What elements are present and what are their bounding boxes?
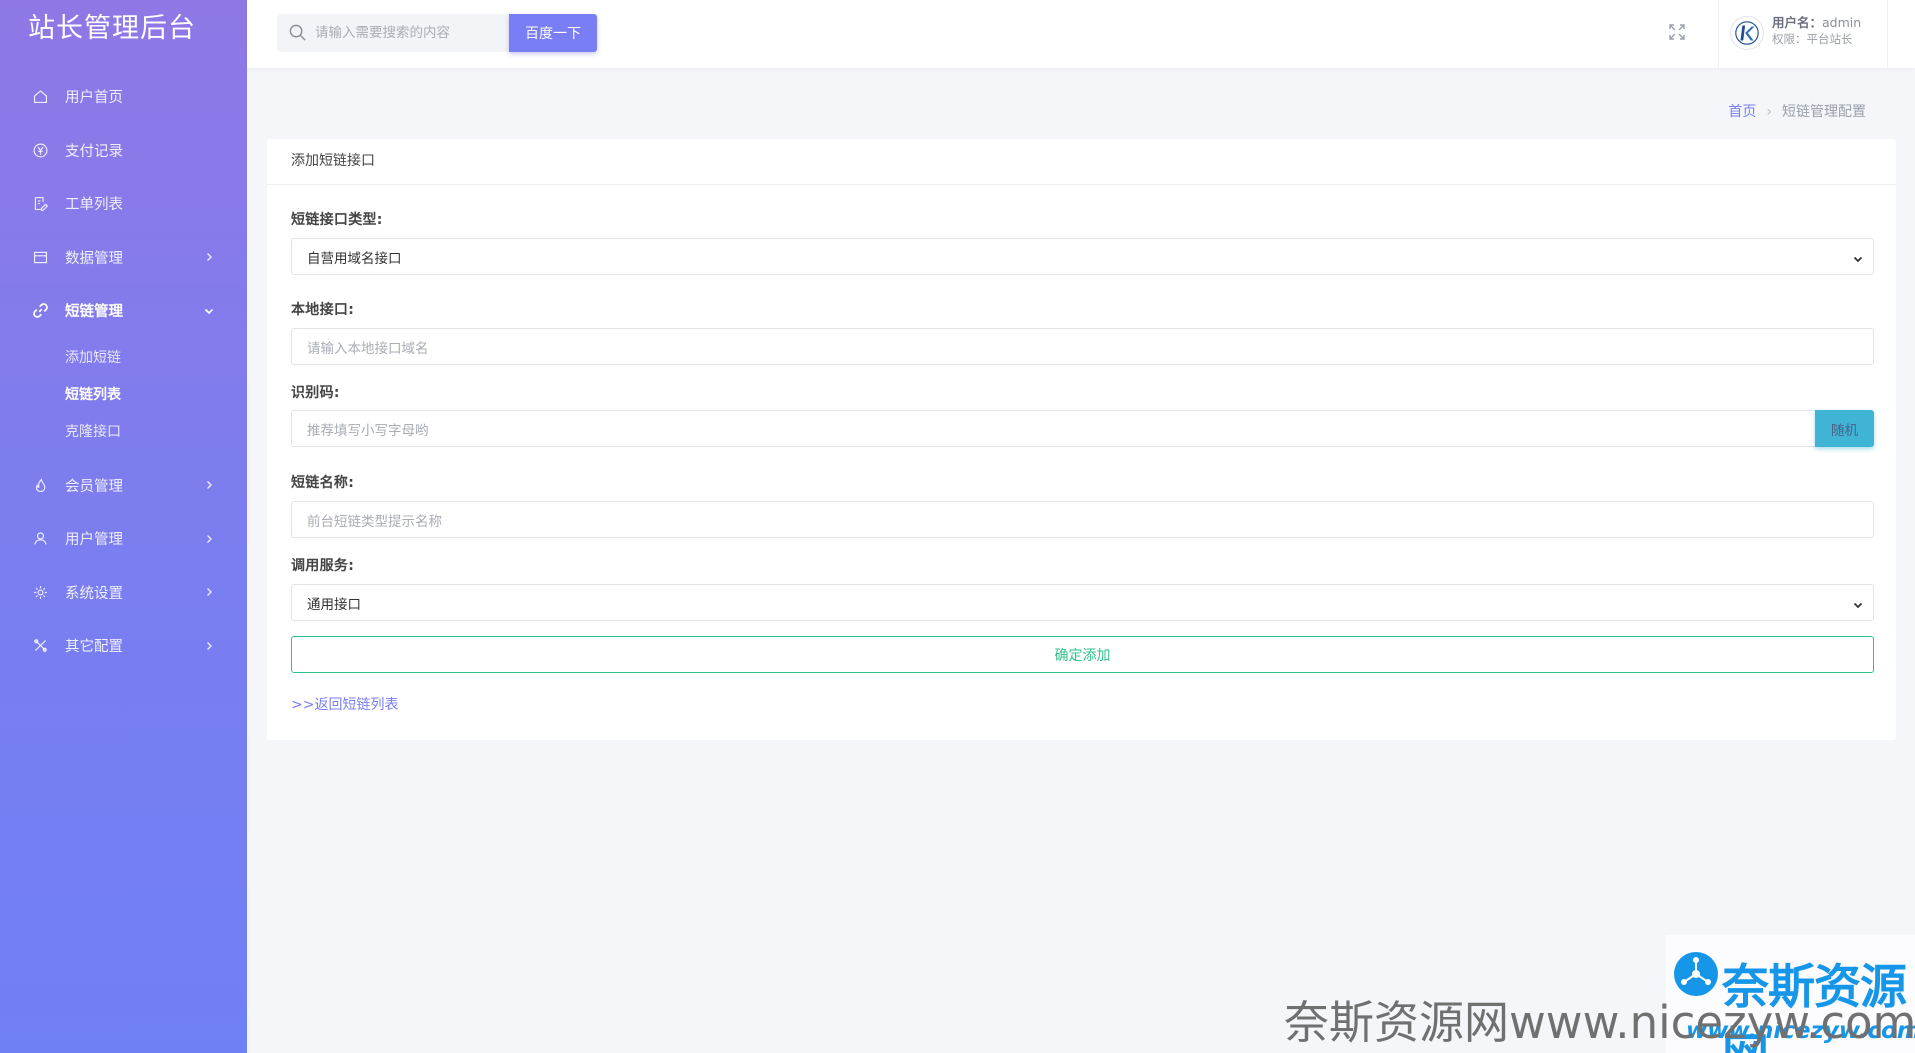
field-local-label-row: 本地接口: <box>291 299 354 319</box>
table-icon <box>31 248 49 266</box>
service-label: 调用服务: <box>291 558 355 574</box>
sidebar-item-label: 系统设置 <box>65 585 123 602</box>
sidebar-item-member-management[interactable]: 会员管理 <box>0 459 247 513</box>
sidebar-item-label: 用户首页 <box>65 90 123 107</box>
sidebar-item-ticket-list[interactable]: 工单列表 <box>0 177 247 231</box>
brand-title: 站长管理后台 <box>28 13 196 44</box>
home-icon <box>31 88 49 106</box>
sidebar-item-system-settings[interactable]: 系统设置 <box>0 566 247 620</box>
code-label: 识别码: <box>291 385 340 401</box>
sidebar-item-label: 支付记录 <box>65 143 123 160</box>
card-title: 添加短链接口 <box>267 139 1896 185</box>
local-api-label: 本地接口: <box>291 302 355 318</box>
link-icon <box>31 302 49 320</box>
username-row: 用户名：admin <box>1772 14 1861 31</box>
breadcrumb-home-link[interactable]: 首页 <box>1728 104 1756 120</box>
type-select-wrap: 自营用域名接口 <box>291 238 1874 275</box>
shortlink-name-label: 短链名称: <box>291 475 355 491</box>
type-label: 短链接口类型: <box>291 212 383 228</box>
sidebar-item-label: 工单列表 <box>65 197 123 214</box>
user-icon <box>31 530 49 548</box>
sidebar-item-payment-records[interactable]: 支付记录 <box>0 124 247 178</box>
sidebar-item-label: 短链管理 <box>65 304 123 321</box>
sidebar-item-user-home[interactable]: 用户首页 <box>0 70 247 124</box>
sidebar-item-shortlink-management[interactable]: 短链管理 <box>0 284 247 338</box>
username-label: 用户名： <box>1772 15 1823 30</box>
breadcrumb-current: 短链管理配置 <box>1782 104 1866 120</box>
chevron-right-icon <box>203 586 215 598</box>
edit-document-icon <box>31 195 49 213</box>
search-input[interactable] <box>315 14 505 52</box>
service-select[interactable]: 通用接口 <box>291 584 1874 621</box>
tools-icon <box>31 637 49 655</box>
add-shortlink-card: 添加短链接口 短链接口类型: 自营用域名接口 本地接口: 请输入本地接口域名 识… <box>267 139 1896 740</box>
code-row: 推荐填写小写字母哟 随机 <box>291 410 1874 447</box>
shortlink-name-row: 前台短链类型提示名称 <box>291 501 1874 538</box>
fullscreen-icon[interactable] <box>1667 22 1687 42</box>
sidebar-item-data-management[interactable]: 数据管理 <box>0 231 247 285</box>
username-value: admin <box>1822 15 1862 30</box>
random-button[interactable]: 随机 <box>1815 410 1874 447</box>
chevron-right-icon <box>203 479 215 491</box>
local-api-input[interactable]: 请输入本地接口域名 <box>291 328 1874 365</box>
chevron-down-icon <box>203 305 215 317</box>
back-link-row: >>返回短链列表 <box>291 694 398 714</box>
sidebar-item-label: 数据管理 <box>65 250 123 267</box>
sidebar-item-other-config[interactable]: 其它配置 <box>0 619 247 673</box>
sidebar: 站长管理后台 用户首页 支付记录 工单列表 数据管理 短链管理 添加短链 短链列… <box>0 0 247 1053</box>
chevron-down-icon <box>1852 250 1864 263</box>
submit-row: 确定添加 <box>291 636 1874 673</box>
watermark-big-text: 奈斯资源网www.nicezyw.com <box>1284 996 1915 1049</box>
breadcrumb: 首页 › 短链管理配置 <box>1728 101 1866 121</box>
sidebar-item-user-management[interactable]: 用户管理 <box>0 512 247 566</box>
user-role: 权限：平台站长 <box>1772 32 1853 46</box>
code-input[interactable]: 推荐填写小写字母哟 <box>291 410 1874 447</box>
chevron-right-icon <box>203 640 215 652</box>
breadcrumb-separator: › <box>1766 104 1772 120</box>
field-service-label-row: 调用服务: <box>291 555 354 575</box>
top-header: 百度一下 用户名：admin 权限：平台站长 <box>247 0 1915 68</box>
flame-icon <box>31 476 49 494</box>
sidebar-item-label: 用户管理 <box>65 532 123 549</box>
header-right-edge <box>1887 0 1915 68</box>
local-api-row: 请输入本地接口域名 <box>291 328 1874 365</box>
search-button[interactable]: 百度一下 <box>509 14 597 52</box>
type-select[interactable]: 自营用域名接口 <box>291 238 1874 275</box>
chevron-right-icon <box>203 533 215 545</box>
confirm-add-button[interactable]: 确定添加 <box>291 636 1874 673</box>
chevron-down-icon <box>1852 596 1864 609</box>
submenu-item-shortlink-list[interactable]: 短链列表 <box>0 377 247 414</box>
field-name-label-row: 短链名称: <box>291 472 354 492</box>
service-select-wrap: 通用接口 <box>291 584 1874 621</box>
gear-icon <box>31 583 49 601</box>
yen-icon <box>31 141 49 159</box>
submenu-item-add-shortlink[interactable]: 添加短链 <box>0 340 247 377</box>
user-info: 用户名：admin 权限：平台站长 <box>1772 14 1861 48</box>
sidebar-item-label: 其它配置 <box>65 639 123 656</box>
search-icon <box>288 23 307 42</box>
avatar[interactable] <box>1730 16 1764 50</box>
chevron-right-icon <box>203 251 215 263</box>
header-divider <box>1718 0 1719 68</box>
field-type-label-row: 短链接口类型: <box>291 209 383 229</box>
sidebar-item-label: 会员管理 <box>65 478 123 495</box>
avatar-logo-icon <box>1735 21 1759 45</box>
shortlink-name-input[interactable]: 前台短链类型提示名称 <box>291 501 1874 538</box>
field-code-label-row: 识别码: <box>291 382 340 402</box>
search-box <box>277 14 509 52</box>
shortlink-submenu: 添加短链 短链列表 克隆接口 <box>0 338 247 459</box>
submenu-item-clone-api[interactable]: 克隆接口 <box>0 414 247 451</box>
back-to-list-link[interactable]: >>返回短链列表 <box>291 697 398 713</box>
